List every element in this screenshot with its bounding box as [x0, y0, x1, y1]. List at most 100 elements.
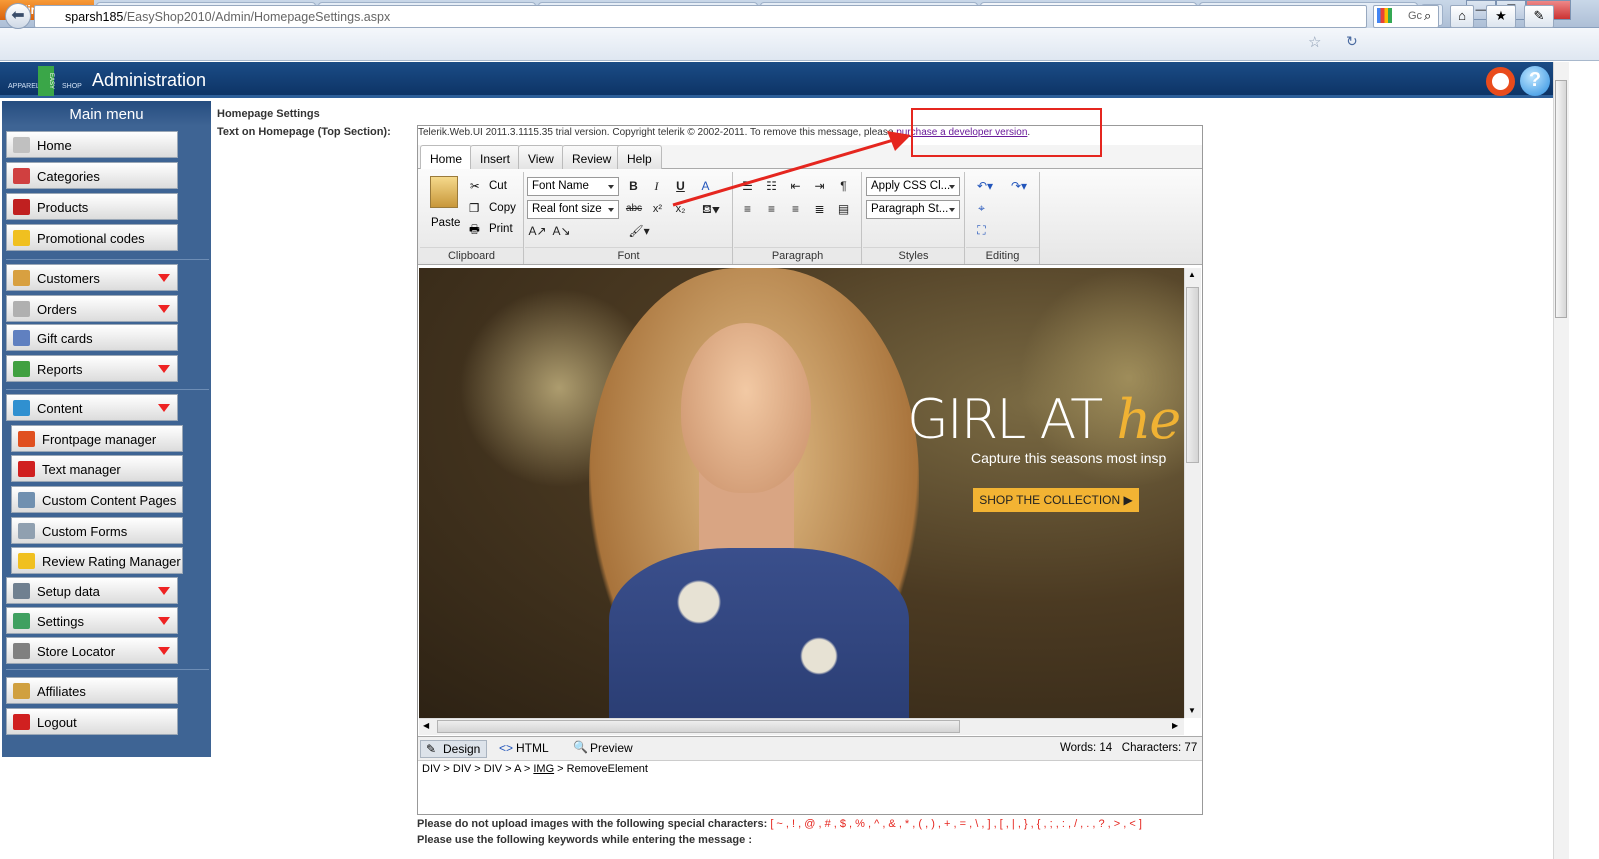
- copy-button[interactable]: Copy: [489, 202, 516, 214]
- ribbon-tab-insert[interactable]: Insert: [470, 145, 521, 169]
- sidebar-item-setup-data[interactable]: Setup data: [6, 577, 178, 604]
- sidebar-item-content[interactable]: Content: [6, 394, 178, 421]
- sidebar-item-label: Customers: [37, 271, 100, 286]
- sidebar-item-text-manager[interactable]: Text manager: [11, 455, 183, 482]
- sidebar-item-reports[interactable]: Reports: [6, 355, 178, 382]
- url-host: sparsh185: [65, 10, 124, 24]
- support-lifebuoy-icon[interactable]: [1486, 67, 1515, 96]
- path-node[interactable]: DIV: [453, 763, 471, 775]
- forms-icon: [18, 523, 35, 539]
- sidebar-item-label: Reports: [37, 362, 83, 377]
- sidebar-item-label: Text manager: [42, 462, 121, 477]
- bold-button[interactable]: B: [624, 177, 643, 196]
- expand-arrow-icon[interactable]: [158, 404, 170, 412]
- help-icon[interactable]: ?: [1520, 66, 1550, 96]
- main-menu-title: Main menu: [2, 101, 211, 126]
- back-arrow-icon[interactable]: ⬅: [5, 3, 31, 29]
- mode-preview-label: Preview: [590, 741, 633, 755]
- page-scroll-thumb[interactable]: [1555, 80, 1567, 318]
- scroll-up-icon[interactable]: ▲: [1188, 270, 1196, 279]
- banner-headline-accent: he: [1116, 388, 1181, 451]
- editor-vertical-scroll-thumb[interactable]: [1186, 287, 1199, 463]
- font-name-dropdown[interactable]: Font Name: [527, 177, 619, 196]
- shop-collection-button[interactable]: SHOP THE COLLECTION ▶: [973, 488, 1139, 512]
- sidebar-item-home[interactable]: Home: [6, 131, 178, 158]
- ribbon-tab-help[interactable]: Help: [617, 145, 662, 169]
- path-separator: >: [471, 763, 484, 775]
- scroll-left-icon[interactable]: ◀: [423, 721, 429, 730]
- sidebar-item-promotional-codes[interactable]: Promotional codes: [6, 224, 178, 251]
- expand-arrow-icon[interactable]: [158, 617, 170, 625]
- strikethrough-button[interactable]: abc: [622, 200, 646, 219]
- grow-font-icon[interactable]: A↗: [528, 222, 547, 241]
- addon-icon[interactable]: ✎: [1524, 5, 1554, 28]
- scroll-down-icon[interactable]: ▼: [1188, 706, 1196, 715]
- sidebar-item-label: Categories: [37, 169, 100, 184]
- undo-icon[interactable]: ↶▾: [970, 177, 1000, 196]
- search-box[interactable]: Gc ⌕: [1373, 5, 1439, 28]
- copy-icon[interactable]: ❐: [469, 201, 479, 215]
- expand-arrow-icon[interactable]: [158, 587, 170, 595]
- sidebar-item-settings[interactable]: Settings: [6, 607, 178, 634]
- orders-icon: [13, 301, 30, 317]
- sidebar-item-label: Gift cards: [37, 331, 93, 346]
- print-icon[interactable]: 🖶: [469, 222, 480, 241]
- reload-icon[interactable]: ↻: [1346, 33, 1358, 50]
- settings-icon: [13, 613, 30, 629]
- expand-arrow-icon[interactable]: [158, 365, 170, 373]
- sidebar-item-label: Setup data: [37, 584, 100, 599]
- cut-button[interactable]: Cut: [489, 180, 507, 192]
- star-icon[interactable]: ☆: [1308, 33, 1321, 51]
- editing-label: Editing: [966, 247, 1039, 262]
- path-node[interactable]: DIV: [422, 763, 440, 775]
- paste-icon[interactable]: [430, 176, 458, 208]
- home-icon[interactable]: ⌂: [1450, 5, 1474, 28]
- path-node[interactable]: RemoveElement: [567, 763, 648, 775]
- ribbon-tab-home[interactable]: Home: [420, 145, 473, 170]
- sidebar-item-orders[interactable]: Orders: [6, 295, 178, 322]
- editor-canvas-image[interactable]: GIRL AT he Capture this seasons most ins…: [419, 268, 1184, 718]
- url-bar[interactable]: sparsh185/EasyShop2010/Admin/HomepageSet…: [34, 5, 1367, 28]
- sidebar-item-products[interactable]: Products: [6, 193, 178, 220]
- shrink-font-icon[interactable]: A↘: [552, 222, 571, 241]
- sidebar-item-store-locator[interactable]: Store Locator: [6, 637, 178, 664]
- sidebar-item-frontpage-manager[interactable]: Frontpage manager: [11, 425, 183, 452]
- mode-preview[interactable]: 🔍 Preview: [568, 740, 639, 758]
- sidebar-item-logout[interactable]: Logout: [6, 708, 178, 735]
- sidebar-item-custom-forms[interactable]: Custom Forms: [11, 517, 183, 544]
- editor-horizontal-scroll-thumb[interactable]: [437, 720, 960, 733]
- sidebar-item-categories[interactable]: Categories: [6, 162, 178, 189]
- words-value: Words: 14: [1060, 742, 1113, 754]
- mode-html[interactable]: <> HTML: [494, 740, 555, 758]
- sidebar-item-customers[interactable]: Customers: [6, 264, 178, 291]
- expand-arrow-icon[interactable]: [158, 274, 170, 282]
- ribbon-tab-view[interactable]: View: [518, 145, 564, 169]
- bookmarks-icon[interactable]: ★: [1486, 5, 1516, 28]
- path-node[interactable]: A: [514, 763, 521, 775]
- logo-text-mid: EASY: [38, 66, 54, 96]
- select-all-icon[interactable]: ⛶: [972, 221, 991, 240]
- ribbon-tab-review[interactable]: Review: [562, 145, 622, 169]
- print-button[interactable]: Print: [489, 223, 513, 235]
- redo-icon[interactable]: ↷▾: [1004, 177, 1034, 196]
- sidebar-item-review-rating-manager[interactable]: Review Rating Manager: [11, 547, 183, 574]
- path-node[interactable]: IMG: [533, 763, 554, 775]
- paste-button[interactable]: Paste: [431, 217, 460, 229]
- expand-arrow-icon[interactable]: [158, 305, 170, 313]
- sidebar-item-custom-content-pages[interactable]: Custom Content Pages: [11, 486, 183, 513]
- sidebar-item-gift-cards[interactable]: Gift cards: [6, 324, 178, 351]
- path-node[interactable]: DIV: [484, 763, 502, 775]
- expand-arrow-icon[interactable]: [158, 647, 170, 655]
- find-replace-icon[interactable]: ⌖: [972, 199, 991, 218]
- sidebar-item-affiliates[interactable]: Affiliates: [6, 677, 178, 704]
- format-stripper-icon[interactable]: 🖌▾: [625, 222, 653, 241]
- font-size-dropdown[interactable]: Real font size: [527, 200, 619, 219]
- mode-design[interactable]: ✎ Design: [420, 740, 488, 758]
- annotation-box: [911, 108, 1102, 157]
- logout-icon: [13, 714, 30, 730]
- categories-icon: [13, 168, 30, 184]
- cut-icon[interactable]: ✂: [470, 179, 480, 193]
- scroll-right-icon[interactable]: ▶: [1172, 721, 1178, 730]
- italic-button[interactable]: I: [647, 177, 666, 196]
- products-icon: [13, 199, 30, 215]
